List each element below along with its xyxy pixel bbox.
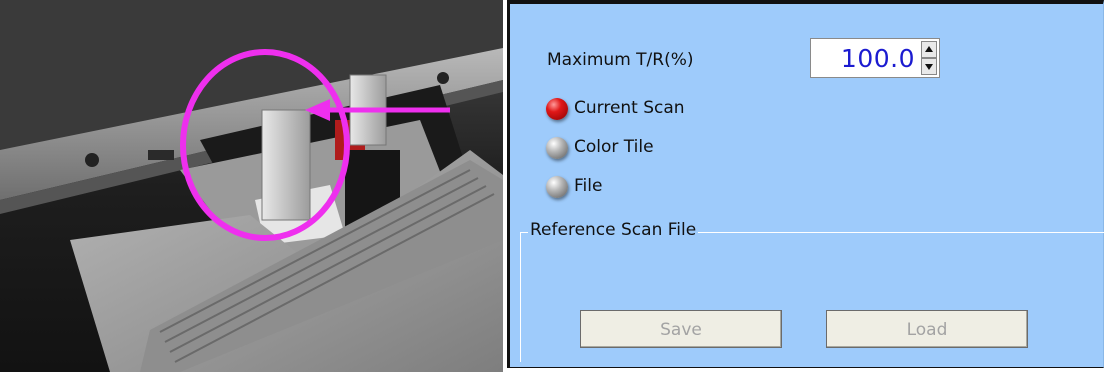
rail-screw <box>437 72 449 84</box>
spinner-control <box>921 41 937 75</box>
max-tr-label: Maximum T/R(%) <box>547 50 694 70</box>
rail-screw <box>85 153 99 167</box>
scan-settings-panel: Maximum T/R(%) 100.0 Current Scan Color … <box>507 0 1105 372</box>
spin-down-button[interactable] <box>921 58 937 75</box>
max-tr-value[interactable]: 100.0 <box>841 44 915 73</box>
sample-compartment-illustration <box>0 0 503 372</box>
radio-label: File <box>574 176 603 196</box>
spin-up-button[interactable] <box>921 41 937 58</box>
radio-unselected-icon[interactable] <box>546 137 568 159</box>
radio-label: Color Tile <box>574 137 654 157</box>
cuvette <box>261 109 311 221</box>
arrow-up-icon <box>925 46 933 52</box>
radio-label: Current Scan <box>574 98 685 118</box>
max-tr-spinbox[interactable]: 100.0 <box>810 38 940 78</box>
instrument-photo <box>0 0 503 372</box>
radio-unselected-icon[interactable] <box>546 176 568 198</box>
settings-form: Maximum T/R(%) 100.0 Current Scan Color … <box>507 0 1105 368</box>
save-button[interactable]: Save <box>580 310 782 348</box>
group-title: Reference Scan File <box>528 220 699 240</box>
load-button[interactable]: Load <box>826 310 1028 348</box>
radio-selected-icon[interactable] <box>546 98 568 120</box>
arrow-down-icon <box>925 64 933 70</box>
